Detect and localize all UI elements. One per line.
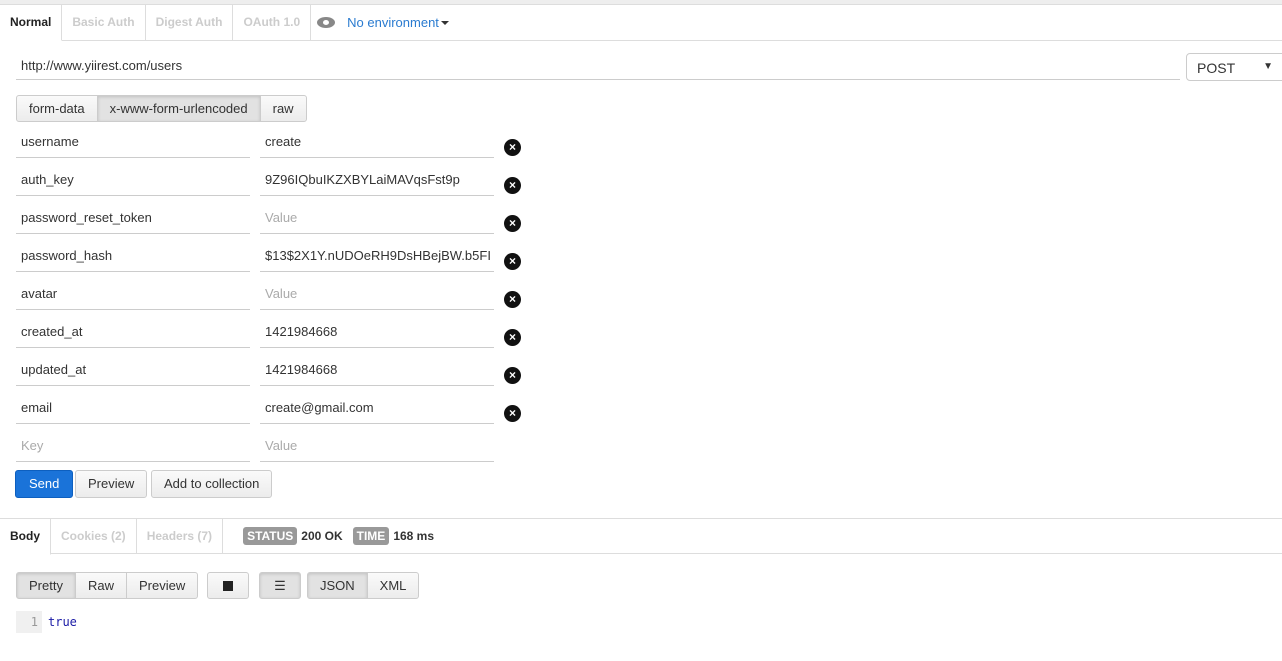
caret-down-icon bbox=[440, 20, 449, 25]
body-mode-group: form-data x-www-form-urlencoded raw bbox=[16, 95, 307, 122]
line-number: 1 bbox=[16, 611, 42, 633]
mode-form-data[interactable]: form-data bbox=[16, 95, 98, 122]
tab-normal[interactable]: Normal bbox=[0, 5, 63, 41]
key-input[interactable]: auth_key bbox=[16, 164, 250, 196]
view-preview[interactable]: Preview bbox=[125, 572, 199, 599]
value-input[interactable]: 1421984668 bbox=[260, 316, 494, 348]
auth-tabs: Normal Basic Auth Digest Auth OAuth 1.0 … bbox=[0, 5, 1282, 41]
key-input[interactable]: updated_at bbox=[16, 354, 250, 386]
mode-urlencoded[interactable]: x-www-form-urlencoded bbox=[96, 95, 261, 122]
key-input[interactable]: Key bbox=[16, 430, 250, 462]
status-value: 200 OK bbox=[301, 529, 343, 543]
fullscreen-icon bbox=[223, 581, 233, 591]
add-to-collection-button[interactable]: Add to collection bbox=[151, 470, 273, 498]
key-input[interactable]: avatar bbox=[16, 278, 250, 310]
wrap-button[interactable]: ☰ bbox=[259, 572, 301, 599]
dropdown-arrow-icon: ▼ bbox=[1263, 61, 1273, 72]
response-body: 1 true bbox=[16, 611, 83, 633]
time-value: 168 ms bbox=[393, 529, 435, 543]
value-input[interactable]: Value bbox=[260, 278, 494, 310]
tab-cookies[interactable]: Cookies (2) bbox=[51, 519, 137, 553]
fullscreen-button[interactable] bbox=[207, 572, 249, 599]
format-json[interactable]: JSON bbox=[307, 572, 368, 599]
key-input[interactable]: username bbox=[16, 126, 250, 158]
value-input[interactable]: create bbox=[260, 126, 494, 158]
send-button[interactable]: Send bbox=[15, 470, 74, 498]
format-group: JSON XML bbox=[307, 572, 420, 599]
remove-param-icon[interactable]: × bbox=[504, 291, 521, 308]
remove-param-icon[interactable]: × bbox=[504, 329, 521, 346]
environment-selector[interactable]: No environment bbox=[311, 5, 449, 40]
preview-button[interactable]: Preview bbox=[75, 470, 148, 498]
wrap-lines-icon: ☰ bbox=[274, 578, 286, 593]
value-input[interactable]: 1421984668 bbox=[260, 354, 494, 386]
tab-oauth[interactable]: OAuth 1.0 bbox=[233, 5, 312, 40]
key-input[interactable]: password_hash bbox=[16, 240, 250, 272]
remove-param-icon[interactable]: × bbox=[504, 253, 521, 270]
remove-param-icon[interactable]: × bbox=[504, 177, 521, 194]
remove-param-icon[interactable]: × bbox=[504, 215, 521, 232]
eye-icon[interactable] bbox=[317, 17, 336, 28]
key-input[interactable]: password_reset_token bbox=[16, 202, 250, 234]
key-input[interactable]: email bbox=[16, 392, 250, 424]
response-text: true bbox=[48, 615, 77, 629]
status-badge: STATUS bbox=[243, 527, 298, 545]
mode-raw[interactable]: raw bbox=[259, 95, 307, 122]
value-input[interactable]: create@gmail.com bbox=[260, 392, 494, 424]
value-input[interactable]: Value bbox=[260, 202, 494, 234]
value-input[interactable]: $13$2X1Y.nUDOeRH9DsHBejBW.b5FI bbox=[260, 240, 494, 272]
key-input[interactable]: created_at bbox=[16, 316, 250, 348]
response-status: STATUS 200 OK TIME 168 ms bbox=[223, 519, 434, 553]
value-input[interactable]: 9Z96IQbuIKZXBYLaiMAVqsFst9p bbox=[260, 164, 494, 196]
method-select[interactable]: POST ▼ bbox=[1186, 53, 1282, 81]
remove-param-icon[interactable]: × bbox=[504, 405, 521, 422]
view-mode-group: Pretty Raw Preview bbox=[16, 572, 199, 599]
time-badge: TIME bbox=[352, 527, 390, 545]
response-tabs: Body Cookies (2) Headers (7) STATUS 200 … bbox=[0, 518, 1282, 555]
view-raw[interactable]: Raw bbox=[74, 572, 127, 599]
environment-label: No environment bbox=[347, 15, 439, 30]
tab-basic-auth[interactable]: Basic Auth bbox=[62, 5, 146, 40]
format-xml[interactable]: XML bbox=[366, 572, 420, 599]
tab-body[interactable]: Body bbox=[0, 519, 51, 555]
tab-digest-auth[interactable]: Digest Auth bbox=[146, 5, 234, 40]
method-value: POST bbox=[1197, 60, 1236, 76]
remove-param-icon[interactable]: × bbox=[504, 367, 521, 384]
url-input[interactable]: http://www.yiirest.com/users bbox=[16, 52, 1180, 80]
view-pretty[interactable]: Pretty bbox=[16, 572, 76, 599]
value-input[interactable]: Value bbox=[260, 430, 494, 462]
tab-headers[interactable]: Headers (7) bbox=[137, 519, 224, 553]
remove-param-icon[interactable]: × bbox=[504, 139, 521, 156]
